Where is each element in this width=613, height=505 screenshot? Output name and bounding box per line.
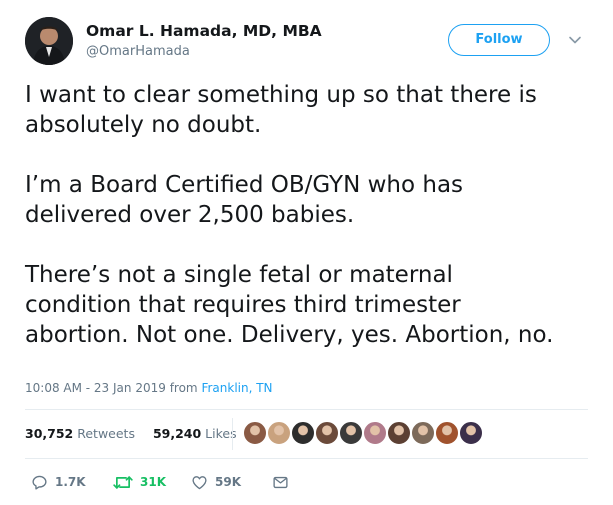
direct-message-button[interactable]	[272, 473, 289, 491]
tweet-line: There’s not a single fetal or maternal	[25, 262, 453, 288]
like-button[interactable]: 59K	[191, 473, 241, 491]
avatar-photo	[25, 17, 73, 65]
liker-avatar[interactable]	[458, 420, 484, 446]
tweet-line: absolutely no doubt.	[25, 112, 262, 138]
action-bar: 1.7K 31K 59K	[25, 473, 325, 493]
likes-count[interactable]: 59,240	[153, 426, 201, 441]
divider	[25, 409, 588, 410]
divider	[25, 458, 588, 459]
engagement-stats: 30,752 Retweets 59,240 Likes	[25, 426, 237, 441]
liker-avatar[interactable]	[362, 420, 388, 446]
like-count: 59K	[215, 475, 241, 489]
liker-avatars	[242, 420, 512, 446]
tweet-line: I’m a Board Certified OB/GYN who has	[25, 172, 464, 198]
retweets-label[interactable]: Retweets	[77, 426, 135, 441]
tweet-card: Omar L. Hamada, MD, MBA @OmarHamada Foll…	[0, 0, 613, 505]
from-label: from	[169, 381, 198, 395]
reply-icon	[32, 475, 47, 490]
location-link[interactable]: Franklin, TN	[201, 381, 272, 395]
tweet-metadata: 10:08 AM - 23 Jan 2019 from Franklin, TN	[25, 381, 273, 395]
timestamp[interactable]: 10:08 AM - 23 Jan 2019	[25, 381, 166, 395]
liker-avatar[interactable]	[410, 420, 436, 446]
retweet-count: 31K	[140, 475, 166, 489]
tweet-line: abortion. Not one. Delivery, yes. Aborti…	[25, 322, 554, 348]
reply-button[interactable]: 1.7K	[31, 473, 86, 491]
author-handle[interactable]: @OmarHamada	[86, 44, 190, 59]
retweets-count[interactable]: 30,752	[25, 426, 73, 441]
reply-count: 1.7K	[55, 475, 86, 489]
retweet-icon	[113, 475, 133, 489]
divider	[232, 418, 233, 450]
tweet-text: I want to clear something up so that the…	[25, 80, 605, 350]
retweet-button[interactable]: 31K	[113, 473, 166, 491]
liker-avatar[interactable]	[242, 420, 268, 446]
envelope-icon	[273, 476, 288, 488]
heart-icon	[192, 475, 207, 489]
chevron-down-icon[interactable]	[568, 33, 582, 47]
tweet-line: delivered over 2,500 babies.	[25, 202, 355, 228]
author-name[interactable]: Omar L. Hamada, MD, MBA	[86, 22, 322, 40]
liker-avatar[interactable]	[266, 420, 292, 446]
avatar[interactable]	[25, 17, 73, 65]
liker-avatar[interactable]	[434, 420, 460, 446]
liker-avatar[interactable]	[386, 420, 412, 446]
follow-button[interactable]: Follow	[448, 24, 550, 56]
tweet-line: condition that requires third trimester	[25, 292, 461, 318]
tweet-line: I want to clear something up so that the…	[25, 82, 537, 108]
liker-avatar[interactable]	[314, 420, 340, 446]
liker-avatar[interactable]	[290, 420, 316, 446]
liker-avatar[interactable]	[338, 420, 364, 446]
